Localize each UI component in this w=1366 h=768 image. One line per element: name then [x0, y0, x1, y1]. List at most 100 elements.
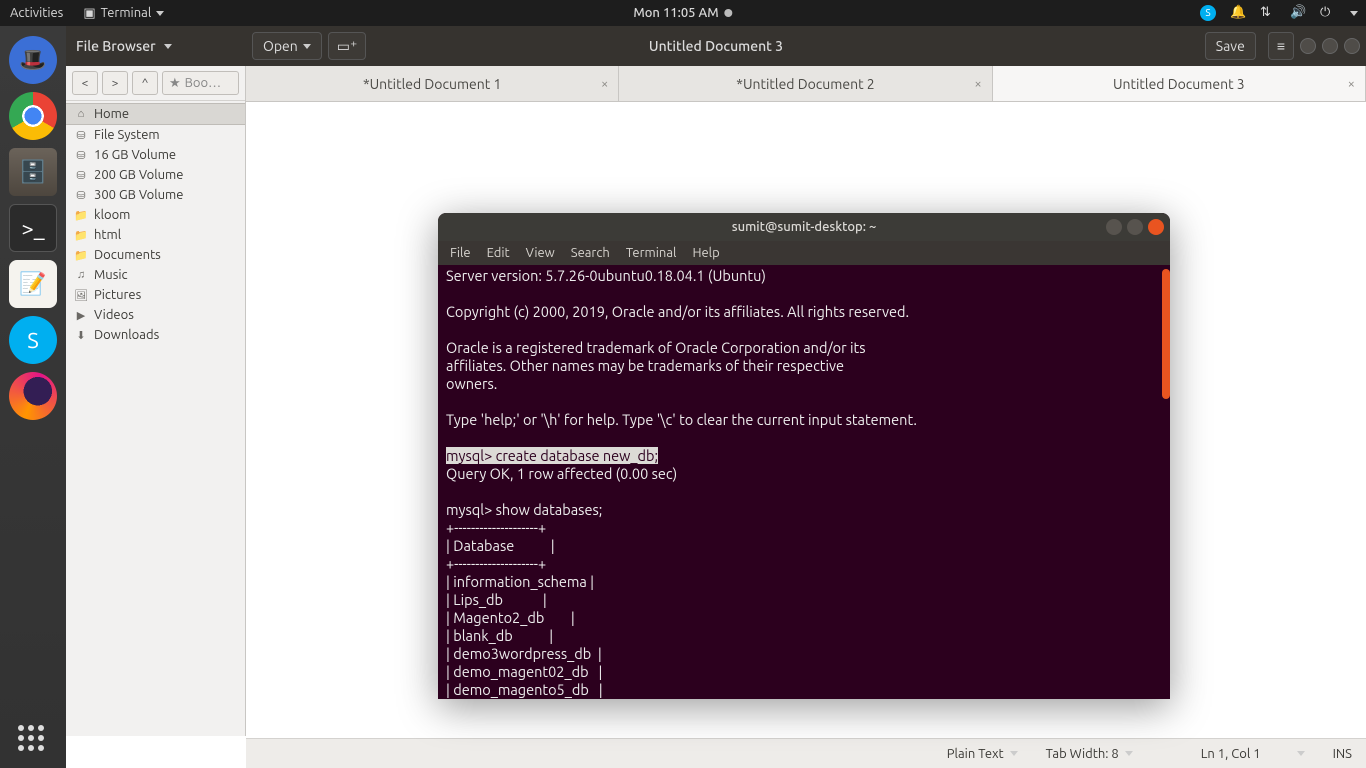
fb-item-kloom[interactable]: 📁 kloom	[66, 205, 245, 225]
dock-app-franz[interactable]: 🎩	[9, 36, 57, 84]
tab-close-icon[interactable]: ×	[601, 77, 608, 91]
open-button[interactable]: Open	[252, 32, 322, 60]
terminal-title-text: sumit@sumit-desktop: ~	[732, 220, 877, 234]
fb-item-pictures[interactable]: 🖼 Pictures	[66, 285, 245, 305]
fb-item-home[interactable]: ⌂ Home	[66, 103, 245, 125]
bookmark-combo[interactable]: ★Boo…	[162, 71, 239, 95]
home-icon: ⌂	[74, 107, 88, 121]
maximize-icon[interactable]	[1127, 219, 1143, 235]
folder-icon: 📁	[74, 248, 88, 262]
document-tab[interactable]: *Untitled Document 1 ×	[246, 66, 619, 101]
app-menu[interactable]: ▣ Terminal	[73, 0, 174, 26]
volume-icon[interactable]: 🔊	[1290, 5, 1306, 21]
chevron-down-icon[interactable]	[164, 44, 172, 49]
terminal-menu-view[interactable]: View	[526, 246, 555, 260]
activities-button[interactable]: Activities	[0, 0, 73, 26]
file-browser-list: ⌂Home⛁File System⛁16 GB Volume⛁200 GB Vo…	[66, 101, 245, 347]
dock-app-chrome[interactable]	[9, 92, 57, 140]
fb-item-label: Home	[94, 107, 129, 121]
fb-item-label: Music	[94, 268, 128, 282]
terminal-menubar: File Edit View Search Terminal Help	[438, 241, 1170, 265]
gnome-top-panel: Activities ▣ Terminal Mon 11:05 AM S 🔔 ⇅…	[0, 0, 1366, 26]
fb-item-label: Downloads	[94, 328, 159, 342]
power-icon[interactable]: ⏻	[1320, 5, 1336, 21]
hamburger-menu-button[interactable]: ≡	[1268, 32, 1294, 60]
fb-item-200-gb-volume[interactable]: ⛁200 GB Volume	[66, 165, 245, 185]
file-browser-label: File Browser	[76, 38, 156, 54]
terminal-scrollbar[interactable]	[1160, 265, 1170, 699]
terminal-menu-file[interactable]: File	[450, 246, 471, 260]
disk-icon: ⛁	[74, 148, 88, 162]
terminal-menu-search[interactable]: Search	[571, 246, 610, 260]
fb-item-html[interactable]: 📁html	[66, 225, 245, 245]
file-browser-pane: < > ^ ★Boo… ⌂Home⛁File System⛁16 GB Volu…	[66, 66, 246, 736]
network-icon[interactable]: ⇅	[1260, 5, 1276, 21]
disk-icon: ⛁	[74, 188, 88, 202]
scrollbar-thumb[interactable]	[1162, 269, 1170, 399]
fb-item-16-gb-volume[interactable]: ⛁ 16 GB Volume	[66, 145, 245, 165]
document-tab[interactable]: *Untitled Document 2×	[619, 66, 992, 101]
skype-tray-icon[interactable]: S	[1200, 5, 1216, 21]
fb-item-label: File System	[94, 128, 160, 142]
cursor-position: Ln 1, Col 1	[1201, 747, 1305, 761]
disk-icon: ⛁	[74, 168, 88, 182]
dock-app-gedit[interactable]: 📝	[9, 260, 57, 308]
minimize-icon[interactable]	[1300, 38, 1316, 54]
folder-icon: 📁	[74, 208, 88, 222]
fb-item-videos[interactable]: ▶ Videos	[66, 305, 245, 325]
terminal-menu-help[interactable]: Help	[692, 246, 719, 260]
clock[interactable]: Mon 11:05 AM	[633, 6, 732, 20]
tab-label: Untitled Document 3	[1113, 76, 1245, 92]
fb-item-label: Videos	[94, 308, 134, 322]
chevron-down-icon	[156, 11, 164, 16]
fb-item-label: kloom	[94, 208, 130, 222]
down-icon: ⬇	[74, 328, 88, 342]
fb-item-documents[interactable]: 📁Documents	[66, 245, 245, 265]
terminal-output[interactable]: Server version: 5.7.26-0ubuntu0.18.04.1 …	[438, 265, 1170, 699]
syntax-mode-selector[interactable]: Plain Text	[947, 747, 1018, 761]
pic-icon: 🖼	[74, 288, 88, 302]
maximize-icon[interactable]	[1322, 38, 1338, 54]
fb-item-label: 16 GB Volume	[94, 148, 176, 162]
fb-item-downloads[interactable]: ⬇ Downloads	[66, 325, 245, 345]
fb-item-label: html	[94, 228, 121, 242]
terminal-titlebar[interactable]: sumit@sumit-desktop: ~	[438, 213, 1170, 241]
fb-item-300-gb-volume[interactable]: ⛁300 GB Volume	[66, 185, 245, 205]
close-icon[interactable]	[1344, 38, 1360, 54]
terminal-menu-edit[interactable]: Edit	[487, 246, 510, 260]
chevron-down-icon[interactable]	[1297, 751, 1305, 756]
fb-item-music[interactable]: ♫ Music	[66, 265, 245, 285]
video-icon: ▶	[74, 308, 88, 322]
insert-mode[interactable]: INS	[1333, 747, 1352, 761]
dock-app-firefox[interactable]	[9, 372, 57, 420]
document-tab[interactable]: Untitled Document 3 ×	[993, 66, 1366, 101]
terminal-menu-terminal[interactable]: Terminal	[626, 246, 677, 260]
tab-width-selector[interactable]: Tab Width: 8	[1046, 747, 1133, 761]
nav-up-button[interactable]: ^	[132, 71, 158, 95]
tab-close-icon[interactable]: ×	[974, 77, 981, 91]
system-tray: S 🔔 ⇅ 🔊 ⏻	[1200, 5, 1358, 21]
nav-forward-button[interactable]: >	[102, 71, 128, 95]
chevron-down-icon[interactable]	[1350, 11, 1358, 16]
fb-item-label: Pictures	[94, 288, 141, 302]
tab-label: *Untitled Document 1	[363, 76, 501, 92]
gedit-header-bar: File Browser Open ▭⁺ Untitled Document 3…	[66, 26, 1366, 66]
gedit-status-bar: Plain Text Tab Width: 8 Ln 1, Col 1 INS	[246, 738, 1366, 768]
dock-app-terminal[interactable]: >_	[9, 204, 57, 252]
dock-app-skype[interactable]: S	[9, 316, 57, 364]
file-browser-nav: < > ^ ★Boo…	[66, 66, 245, 101]
music-icon: ♫	[74, 268, 88, 282]
show-applications-button[interactable]	[9, 716, 57, 764]
minimize-icon[interactable]	[1106, 219, 1122, 235]
new-document-button[interactable]: ▭⁺	[328, 32, 367, 60]
fb-item-file-system[interactable]: ⛁File System	[66, 125, 245, 145]
notification-icon[interactable]: 🔔	[1230, 5, 1246, 21]
chevron-down-icon	[303, 44, 311, 49]
nav-back-button[interactable]: <	[72, 71, 98, 95]
terminal-window: sumit@sumit-desktop: ~ File Edit View Searc…	[438, 213, 1170, 699]
tab-close-icon[interactable]: ×	[1348, 77, 1355, 91]
save-button[interactable]: Save	[1205, 32, 1256, 60]
document-tabs: *Untitled Document 1×*Untitled Document …	[246, 66, 1366, 102]
close-icon[interactable]	[1148, 219, 1164, 235]
dock-app-files[interactable]: 🗄️	[9, 148, 57, 196]
